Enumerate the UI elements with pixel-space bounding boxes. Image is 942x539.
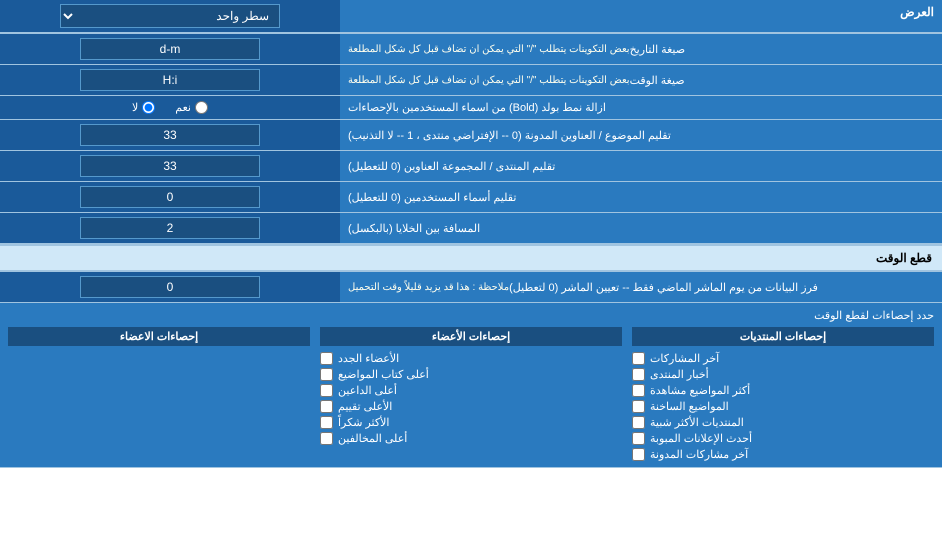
- member-stats-header: إحصاءات الأعضاء: [320, 327, 622, 346]
- checkbox-item: المواضيع الساخنة: [632, 400, 934, 413]
- main-container: العرض سطر واحد صيغة التاريخ بعض التكوينا…: [0, 0, 942, 468]
- checkbox-item: الأعضاء الجدد: [320, 352, 622, 365]
- cell-space-input[interactable]: [80, 217, 260, 239]
- cutoff-label: فرز البيانات من يوم الماشر الماضي فقط --…: [340, 272, 942, 302]
- checkbox-forum-6[interactable]: [632, 448, 645, 461]
- checkbox-item: أكثر المواضيع مشاهدة: [632, 384, 934, 397]
- date-format-row: صيغة التاريخ بعض التكوينات يتطلب "/" الت…: [0, 34, 942, 65]
- topic-subject-input[interactable]: [80, 124, 260, 146]
- cutoff-row: فرز البيانات من يوم الماشر الماضي فقط --…: [0, 272, 942, 303]
- time-format-row: صيغة الوقت بعض التكوينات يتطلب "/" التي …: [0, 65, 942, 96]
- radio-no-label[interactable]: لا: [132, 101, 155, 114]
- checkbox-item: أحدث الإعلانات المبوبة: [632, 432, 934, 445]
- header-row: العرض سطر واحد: [0, 0, 942, 34]
- checkbox-member-4[interactable]: [320, 416, 333, 429]
- checkbox-member-2[interactable]: [320, 384, 333, 397]
- checkbox-forum-5[interactable]: [632, 432, 645, 445]
- checkbox-item: الأكثر شكراً: [320, 416, 622, 429]
- topic-subject-control: [0, 120, 340, 150]
- topic-subject-label: تقليم الموضوع / العناوين المدونة (0 -- ا…: [340, 120, 942, 150]
- username-trim-input[interactable]: [80, 186, 260, 208]
- member-stats-col: إحصاءات الأعضاء الأعضاء الجدد أعلى كتاب …: [320, 327, 622, 461]
- cell-space-row: المسافة بين الخلايا (بالبكسل): [0, 213, 942, 244]
- checkbox-forum-4[interactable]: [632, 416, 645, 429]
- radio-yes-label[interactable]: نعم: [175, 101, 208, 114]
- radio-yes[interactable]: [195, 101, 208, 114]
- bottom-header: حدد إحصاءات لقطع الوقت: [8, 309, 934, 322]
- forum-stats-col: إحصاءات المنتديات آخر المشاركات أخبار ال…: [632, 327, 934, 461]
- checkbox-item: الأعلى تقييم: [320, 400, 622, 413]
- checkbox-forum-1[interactable]: [632, 368, 645, 381]
- checkbox-member-0[interactable]: [320, 352, 333, 365]
- cell-space-control: [0, 213, 340, 243]
- date-format-input[interactable]: [80, 38, 260, 60]
- radio-no[interactable]: [142, 101, 155, 114]
- date-format-control: [0, 34, 340, 64]
- topic-subject-row: تقليم الموضوع / العناوين المدونة (0 -- ا…: [0, 120, 942, 151]
- checkbox-forum-3[interactable]: [632, 400, 645, 413]
- display-select[interactable]: سطر واحد: [60, 4, 280, 28]
- member-stats2-col: إحصاءات الاعضاء: [8, 327, 310, 461]
- bold-remove-control: نعم لا: [0, 96, 340, 119]
- cutoff-input[interactable]: [80, 276, 260, 298]
- date-format-label: صيغة التاريخ بعض التكوينات يتطلب "/" الت…: [340, 34, 942, 64]
- checkbox-item: المنتديات الأكثر شبية: [632, 416, 934, 429]
- header-control: سطر واحد: [0, 0, 340, 32]
- checkbox-member-5[interactable]: [320, 432, 333, 445]
- forum-group-input[interactable]: [80, 155, 260, 177]
- checkbox-item: أعلى المخالفين: [320, 432, 622, 445]
- forum-group-label: تقليم المنتدى / المجموعة العناوين (0 للت…: [340, 151, 942, 181]
- username-trim-row: تقليم أسماء المستخدمين (0 للتعطيل): [0, 182, 942, 213]
- forum-group-control: [0, 151, 340, 181]
- header-label: العرض: [340, 0, 942, 32]
- time-format-input[interactable]: [80, 69, 260, 91]
- member-stats2-header: إحصاءات الاعضاء: [8, 327, 310, 346]
- checkbox-forum-0[interactable]: [632, 352, 645, 365]
- bottom-area: حدد إحصاءات لقطع الوقت إحصاءات المنتديات…: [0, 303, 942, 468]
- forum-stats-header: إحصاءات المنتديات: [632, 327, 934, 346]
- username-trim-control: [0, 182, 340, 212]
- time-format-label: صيغة الوقت بعض التكوينات يتطلب "/" التي …: [340, 65, 942, 95]
- bold-remove-row: ازالة نمط بولد (Bold) من اسماء المستخدمي…: [0, 96, 942, 120]
- cutoff-section-header: قطع الوقت: [0, 244, 942, 272]
- cutoff-control: [0, 272, 340, 302]
- time-format-control: [0, 65, 340, 95]
- bold-remove-label: ازالة نمط بولد (Bold) من اسماء المستخدمي…: [340, 96, 942, 119]
- checkbox-member-1[interactable]: [320, 368, 333, 381]
- checkbox-member-3[interactable]: [320, 400, 333, 413]
- checkbox-grid: إحصاءات المنتديات آخر المشاركات أخبار ال…: [8, 327, 934, 461]
- checkbox-item: أخبار المنتدى: [632, 368, 934, 381]
- checkbox-item: آخر مشاركات المدونة: [632, 448, 934, 461]
- cell-space-label: المسافة بين الخلايا (بالبكسل): [340, 213, 942, 243]
- forum-group-row: تقليم المنتدى / المجموعة العناوين (0 للت…: [0, 151, 942, 182]
- checkbox-forum-2[interactable]: [632, 384, 645, 397]
- checkbox-item: آخر المشاركات: [632, 352, 934, 365]
- checkbox-item: أعلى الداعين: [320, 384, 622, 397]
- checkbox-item: أعلى كتاب المواضيع: [320, 368, 622, 381]
- username-trim-label: تقليم أسماء المستخدمين (0 للتعطيل): [340, 182, 942, 212]
